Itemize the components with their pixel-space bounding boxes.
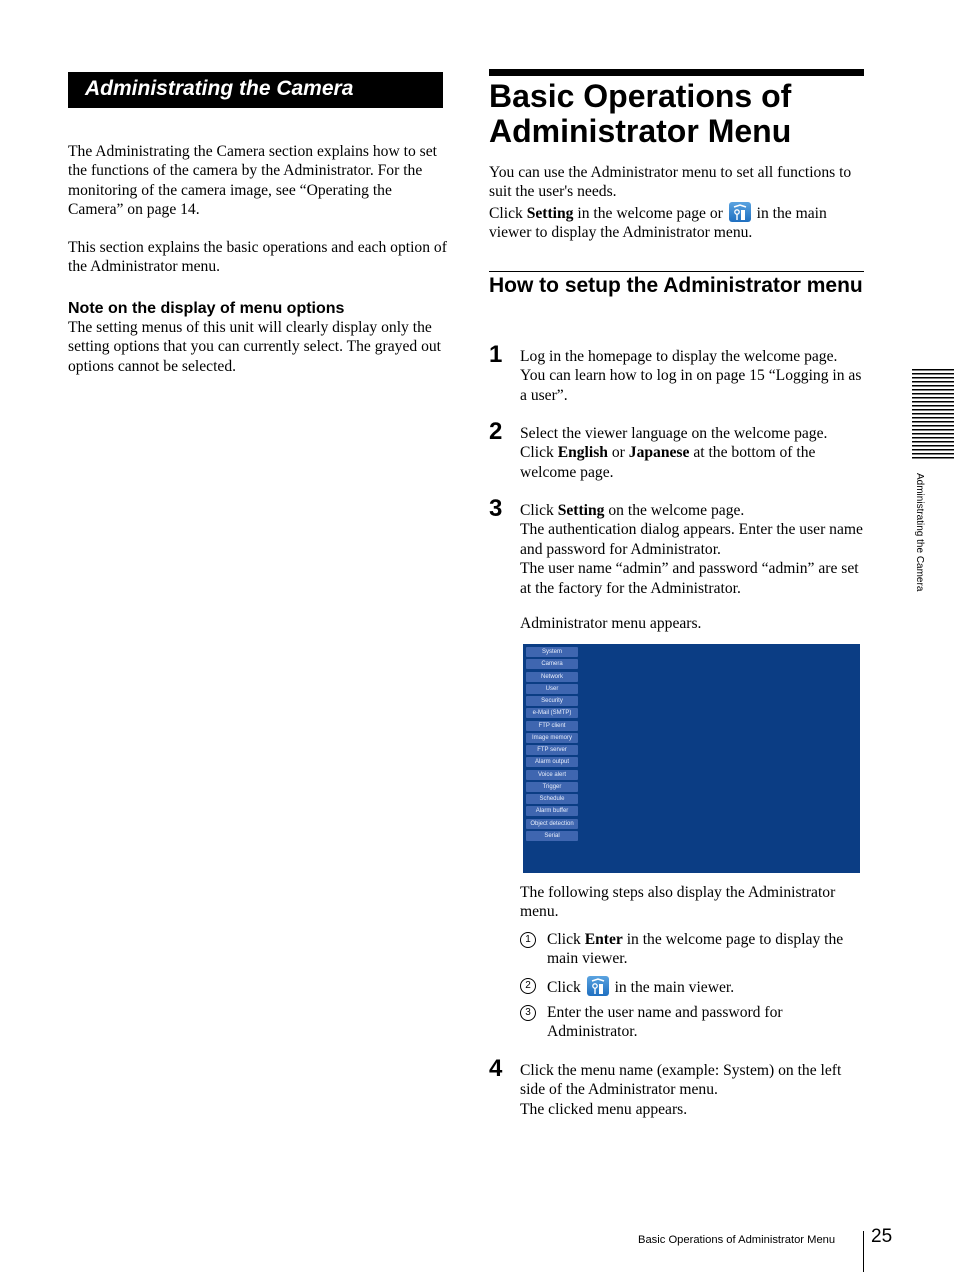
admin-menu-image-memory[interactable]: Image memory	[526, 732, 578, 743]
step-text-part: The clicked menu appears.	[520, 1100, 688, 1118]
intro-paragraph: This section explains the basic operatio…	[68, 239, 447, 276]
admin-menu-ftp-server[interactable]: FTP server	[526, 745, 578, 755]
step-text-part: Click	[520, 502, 558, 519]
page-number: 25	[871, 1226, 893, 1247]
admin-menu-ftp-client[interactable]: FTP client	[526, 720, 578, 731]
sub-step-text: Enter the user name and password for Adm…	[547, 1004, 783, 1041]
admin-setting-icon	[586, 976, 609, 996]
sub-step-text: Click in the main viewer.	[547, 976, 867, 997]
admin-menu-user[interactable]: User	[526, 683, 578, 694]
setting-term: Setting	[526, 204, 574, 222]
english-term: English	[557, 444, 608, 462]
sub-step-part: in the main viewer.	[610, 979, 735, 996]
admin-menu-alarm-buffer[interactable]: Alarm buffer	[526, 806, 578, 817]
step-text-part: on the welcome page.	[604, 502, 745, 519]
admin-menu-schedule[interactable]: Schedule	[526, 794, 578, 804]
sub-step-part: Click	[547, 931, 585, 948]
step-text-part: The user name “admin” and password “admi…	[520, 560, 859, 597]
admin-menu-network[interactable]: Network	[526, 671, 578, 682]
side-tab: Administrating the Camera	[911, 473, 925, 623]
intro-click: Click	[489, 204, 527, 222]
side-tab-marker	[912, 369, 954, 461]
circled-number: 3	[520, 1005, 536, 1021]
page-title: Basic Operations of Administrator Menu	[489, 78, 792, 149]
intro-line: You can use the Administrator menu to se…	[489, 164, 852, 201]
enter-term: Enter	[584, 931, 623, 948]
step-text-part: or	[607, 444, 629, 462]
step-text: Log in the homepage to display the welco…	[520, 348, 862, 404]
circled-number: 2	[520, 978, 536, 994]
step-number: 4	[489, 1055, 503, 1082]
footer-section-name: Basic Operations of Administrator Menu	[638, 1234, 836, 1246]
step-text: Click the menu name (example: System) on…	[520, 1061, 865, 1119]
circled-number: 1	[520, 932, 536, 948]
step-text: Click Setting on the welcome page. The au…	[520, 501, 865, 598]
step-result: Administrator menu appears.	[520, 615, 702, 632]
intro-mid: in the welcome page or	[573, 204, 727, 222]
title-rule	[489, 69, 864, 76]
admin-setting-icon	[728, 201, 751, 222]
japanese-term: Japanese	[628, 444, 690, 462]
intro-paragraph: The Administrating the Camera section ex…	[68, 143, 437, 219]
step-number: 3	[489, 495, 503, 522]
admin-menu-voice-alert[interactable]: Voice alert	[526, 769, 578, 780]
admin-menu-alarm-output[interactable]: Alarm output	[526, 757, 578, 768]
section-banner: Administrating the Camera	[68, 72, 443, 108]
footer-divider	[863, 1231, 864, 1272]
setting-term: Setting	[557, 502, 605, 519]
admin-menu-trigger[interactable]: Trigger	[526, 781, 578, 792]
admin-menu-screenshot: System Camera Network User Security e-Ma…	[523, 644, 860, 873]
admin-menu-object-detection[interactable]: Object detection	[526, 818, 578, 829]
intro-text: You can use the Administrator menu to se…	[489, 163, 869, 243]
note-body: The setting menus of this unit will clea…	[68, 319, 441, 375]
section-title: How to setup the Administrator menu	[489, 274, 863, 297]
admin-menu-email[interactable]: e-Mail (SMTP)	[526, 708, 578, 719]
step-text: Select the viewer language on the welcom…	[520, 424, 865, 482]
admin-menu-system[interactable]: System	[526, 647, 578, 657]
step-text-part: Click the menu name (example: System) on…	[520, 1062, 842, 1099]
following-text: The following steps also display the Adm…	[520, 884, 836, 921]
admin-menu-camera[interactable]: Camera	[526, 659, 578, 670]
admin-menu-serial[interactable]: Serial	[526, 830, 578, 841]
admin-menu-list: System Camera Network User Security e-Ma…	[526, 647, 580, 843]
sub-step-part: Click	[547, 979, 585, 996]
sub-step-text: Click Enter in the welcome page to displ…	[547, 930, 867, 969]
step-text-part: The authentication dialog appears. Enter…	[520, 521, 863, 558]
step-number: 2	[489, 418, 503, 445]
section-banner-title: Administrating the Camera	[85, 77, 354, 100]
note-heading: Note on the display of menu options	[68, 300, 345, 317]
side-tab-label: Administrating the Camera	[914, 473, 925, 592]
admin-menu-security[interactable]: Security	[526, 696, 578, 706]
step-number: 1	[489, 341, 503, 368]
